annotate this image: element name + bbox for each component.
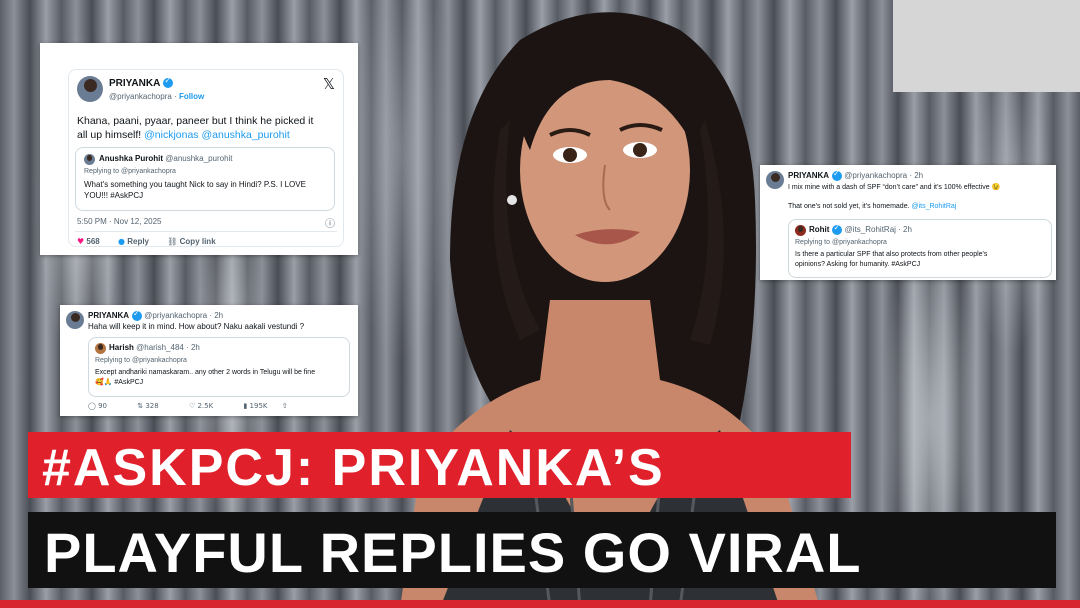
reply-icon[interactable]: ◯	[88, 402, 96, 410]
tweet-text-line1: I mix mine with a dash of SPF “don’t car…	[788, 184, 1001, 191]
like-count: 2.5K	[197, 402, 214, 410]
headline-line2: PLAYFUL REPLIES GO VIRAL	[44, 521, 862, 584]
mention-links[interactable]: @nickjonas @anushka_purohit	[144, 129, 290, 141]
quote-replying-to: Replying to @priyankachopra	[84, 168, 176, 175]
x-logo-icon[interactable]: 𝕏	[323, 75, 335, 93]
quote-avatar	[95, 343, 106, 354]
share-icon[interactable]: ⇧	[282, 402, 288, 410]
quote-author-name: Harish	[109, 343, 134, 352]
quote-author-name: Anushka Purohit	[99, 154, 164, 163]
quote-text-line2: opinions? Asking for humanity. #AskPCJ	[795, 261, 921, 268]
tweet-text-line1: Khana, paani, pyaar, paneer but I think …	[77, 115, 314, 127]
copy-link-button[interactable]: Copy link	[180, 237, 216, 246]
quoted-tweet[interactable]: Harish @harish_484 · 2h Replying to @pri…	[88, 337, 350, 397]
tweet-card-anushka: PRIYANKA @priyankachopra · Follow 𝕏 Khan…	[40, 43, 358, 255]
tweet-text-line2: all up himself!	[77, 129, 145, 141]
quoted-tweet[interactable]: Anushka Purohit @anushka_purohit Replyin…	[75, 147, 335, 211]
quote-author-handle: @harish_484 · 2h	[136, 343, 200, 352]
tweet-text: Haha will keep it in mind. How about? Na…	[88, 322, 305, 331]
view-count: 195K	[249, 402, 268, 410]
quote-author-name: Rohit	[809, 225, 830, 235]
info-icon[interactable]: ⓘ	[325, 215, 335, 230]
retweet-icon[interactable]: ⇅	[137, 402, 143, 410]
link-icon[interactable]: ⛓	[167, 237, 177, 246]
tweet-text-line2: That one’s not sold yet, it’s homemade.	[788, 203, 912, 210]
verified-badge-icon	[832, 169, 843, 181]
quote-text-line1: Is there a particular SPF that also prot…	[795, 251, 988, 258]
avatar[interactable]	[77, 76, 103, 102]
quote-text-line1: What's something you taught Nick to say …	[84, 180, 306, 189]
avatar[interactable]	[66, 311, 84, 329]
quote-replying-to: Replying to @priyankachopra	[95, 357, 187, 364]
heart-icon[interactable]: ♡	[189, 402, 195, 410]
headline-line1: #ASKPCJ: PRIYANKA’S	[42, 439, 665, 497]
follow-link[interactable]: Follow	[179, 92, 204, 101]
reply-button[interactable]: Reply	[127, 237, 149, 246]
retweet-count: 328	[145, 402, 159, 410]
quote-author-handle: @its_RohitRaj · 2h	[844, 225, 912, 235]
verified-badge-icon	[832, 223, 843, 235]
quote-replying-to: Replying to @priyankachopra	[795, 239, 887, 246]
divider	[75, 231, 337, 232]
reply-icon[interactable]: ●	[118, 237, 125, 246]
author-name[interactable]: PRIYANKA	[788, 171, 829, 180]
mention-link[interactable]: @its_RohitRaj	[911, 203, 956, 210]
like-count: 568	[86, 237, 100, 246]
headline-banner-red: #ASKPCJ: PRIYANKA’S	[28, 432, 851, 498]
heart-icon[interactable]: ♥	[77, 237, 84, 246]
quote-avatar	[795, 225, 806, 236]
reply-count: 90	[98, 402, 107, 410]
quote-text-line2: YOU!!! #AskPCJ	[84, 191, 144, 200]
gray-placeholder-block	[893, 0, 1080, 92]
author-handle: @priyankachopra · 2h	[844, 171, 924, 181]
author-handle: @priyankachopra · 2h	[144, 311, 224, 321]
tweet-card-rohit: PRIYANKA @priyankachopra · 2h I mix mine…	[760, 165, 1056, 280]
quote-text-line1: Except andhariki namaskaram.. any other …	[95, 369, 316, 376]
headline-banner-black: PLAYFUL REPLIES GO VIRAL	[28, 512, 1056, 588]
avatar[interactable]	[766, 171, 784, 189]
tweet-card-harish: PRIYANKA @priyankachopra · 2h Haha will …	[60, 305, 358, 416]
quote-avatar	[84, 154, 95, 165]
views-icon[interactable]: ▮	[243, 402, 247, 410]
quoted-tweet[interactable]: Rohit @its_RohitRaj · 2h Replying to @pr…	[788, 219, 1052, 278]
quote-text-line2: 🥰🙏 #AskPCJ	[95, 379, 144, 386]
quote-author-handle: @anushka_purohit	[165, 154, 233, 163]
verified-badge-icon	[163, 76, 174, 89]
author-handle: @priyankachopra ·	[109, 92, 179, 101]
verified-badge-icon	[132, 309, 143, 321]
author-name[interactable]: PRIYANKA	[109, 78, 160, 89]
tweet-timestamp: 5:50 PM · Nov 12, 2025	[77, 217, 162, 226]
author-name[interactable]: PRIYANKA	[88, 311, 129, 320]
bottom-accent-bar	[0, 600, 1080, 608]
